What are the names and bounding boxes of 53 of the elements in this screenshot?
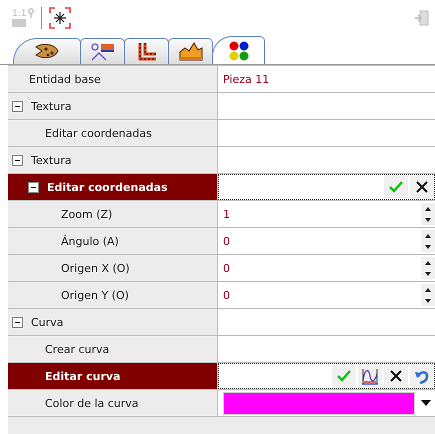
area-chart-icon — [178, 42, 202, 62]
property-label: Color de la curva — [45, 396, 139, 410]
tab[interactable] — [124, 38, 169, 64]
path-lines-icon — [136, 40, 158, 62]
property-label: Textura — [31, 154, 72, 166]
property-label: Crear curva — [45, 342, 110, 356]
property-value: 0 — [223, 234, 231, 248]
property-label: Origen X (O) — [61, 262, 130, 274]
color-swatch[interactable] — [223, 392, 415, 414]
collapse-toggle[interactable] — [12, 100, 23, 112]
scale-label[interactable]: 1:1 — [12, 8, 26, 26]
leopard-shape-icon — [34, 42, 60, 60]
property-label: Entidad base — [29, 72, 101, 86]
tab[interactable] — [168, 38, 213, 64]
property-label: Ángulo (A) — [61, 234, 119, 248]
spin-buttons[interactable] — [421, 284, 435, 306]
property-label: Editar curva — [45, 370, 120, 382]
property-label: Editar coordenadas — [45, 126, 152, 140]
tab[interactable] — [212, 36, 265, 64]
curve-icon — [361, 367, 379, 385]
close-icon — [415, 180, 429, 194]
edit-field[interactable] — [218, 363, 435, 389]
property-value: 0 — [223, 288, 231, 302]
property-value: Pieza 11 — [223, 72, 270, 86]
check-icon — [389, 181, 403, 193]
node-graph-icon — [90, 42, 114, 62]
collapse-toggle[interactable] — [12, 154, 23, 166]
property-label: Textura — [31, 100, 72, 112]
tab[interactable] — [13, 38, 81, 64]
color-dots-icon — [228, 40, 250, 62]
dropdown-caret-icon[interactable] — [421, 400, 431, 406]
crosshair-icon[interactable] — [49, 6, 72, 28]
collapse-toggle[interactable] — [28, 182, 39, 192]
pin-icon — [28, 8, 34, 18]
close-icon — [389, 369, 403, 383]
spin-buttons[interactable] — [421, 203, 435, 225]
curve-button[interactable] — [358, 364, 382, 388]
property-label: Editar coordenadas — [47, 180, 168, 194]
spin-buttons[interactable] — [421, 257, 435, 279]
tab[interactable] — [80, 38, 125, 64]
property-label: Curva — [31, 316, 64, 328]
close-button[interactable] — [384, 364, 408, 388]
property-label: Zoom (Z) — [61, 208, 112, 220]
collapse-toggle[interactable] — [12, 316, 23, 328]
close-button[interactable] — [410, 175, 434, 199]
property-value: 1 — [223, 208, 231, 220]
property-label: Origen Y (O) — [61, 288, 129, 302]
undo-icon — [414, 368, 430, 384]
spin-buttons[interactable] — [421, 230, 435, 252]
edit-field[interactable] — [218, 174, 435, 200]
undo-button[interactable] — [410, 364, 434, 388]
check-icon — [337, 370, 351, 382]
property-value: 0 — [223, 262, 231, 274]
